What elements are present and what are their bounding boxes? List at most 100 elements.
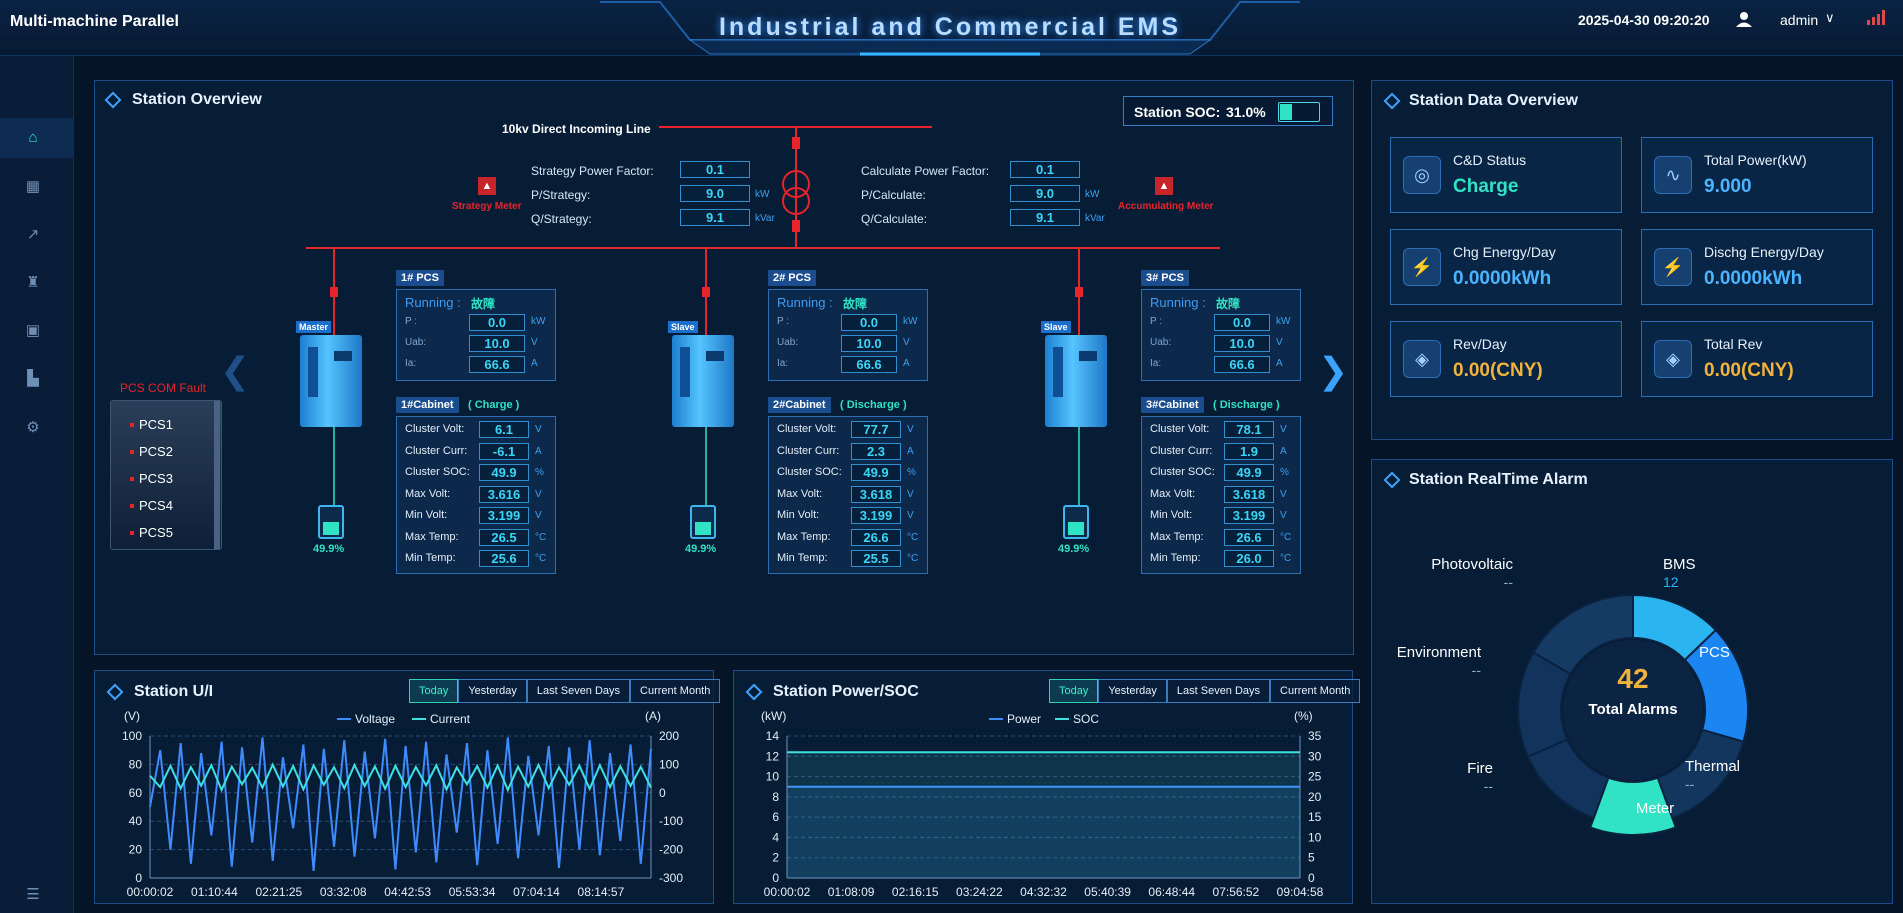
strategy-q-unit: kVar xyxy=(755,213,775,224)
y-left-tick: 4 xyxy=(772,830,779,844)
stat-value: 0.00(CNY) xyxy=(1704,360,1794,381)
cabinet-field-label: Min Temp: xyxy=(777,552,828,564)
money-bag-icon: ◈ xyxy=(1403,340,1441,378)
x-tick: 02:21:25 xyxy=(255,885,302,899)
collapse-menu-icon[interactable]: ☰ xyxy=(22,884,44,906)
prev-arrow-icon[interactable]: ❮ xyxy=(220,350,250,392)
strategy-meter-icon[interactable]: ▲ xyxy=(478,177,496,195)
battery-icon[interactable]: ▣ xyxy=(22,320,44,342)
accumulating-meter-icon[interactable]: ▲ xyxy=(1155,177,1173,195)
running-label: Running : xyxy=(777,295,833,310)
user-icon[interactable] xyxy=(1735,10,1753,28)
cabinet-field-unit: V xyxy=(1280,488,1287,500)
fault-item[interactable]: PCS1 xyxy=(139,417,173,432)
calculate-pf-value: 0.1 xyxy=(1010,161,1080,178)
series-area-soc xyxy=(787,752,1300,878)
y-right-tick: 0 xyxy=(1308,871,1315,885)
cabinet-field-unit: V xyxy=(1280,510,1287,521)
home-icon[interactable]: ⌂ xyxy=(22,127,44,149)
gear-icon[interactable]: ⚙ xyxy=(22,417,44,439)
fault-dot xyxy=(130,477,134,481)
cabinet-field-unit: A xyxy=(535,445,542,457)
alarm-icon[interactable]: ♜ xyxy=(22,272,44,294)
accumulating-meter-label: Accumulating Meter xyxy=(1118,201,1214,212)
status-icon: ◎ xyxy=(1403,156,1441,194)
pcs-cabinet-icon[interactable] xyxy=(672,335,734,427)
cabinet-field-label: Cluster Volt: xyxy=(1150,423,1210,435)
cabinet-field-label: Min Volt: xyxy=(777,509,820,521)
pcs-field-unit: V xyxy=(903,337,910,348)
discharge-energy-icon: ⚡ xyxy=(1654,248,1692,286)
x-tick: 05:40:39 xyxy=(1084,885,1131,899)
stat-value: Charge xyxy=(1453,176,1519,197)
x-tick: 00:00:02 xyxy=(127,885,174,899)
cabinet-tag: 3#Cabinet xyxy=(1141,397,1204,413)
cabinet-field-label: Cluster SOC: xyxy=(777,466,842,478)
pcs-field-unit: V xyxy=(1276,337,1283,348)
chart-icon[interactable]: ↗ xyxy=(22,224,44,246)
user-name[interactable]: admin xyxy=(1780,12,1818,28)
pcs-field-unit: A xyxy=(531,358,538,369)
chevron-down-icon[interactable]: ∨ xyxy=(1825,10,1835,26)
fault-item[interactable]: PCS3 xyxy=(139,471,173,486)
battery-icon[interactable] xyxy=(318,505,344,539)
running-status: 故障 xyxy=(1216,297,1241,311)
pcs-field-label: P : xyxy=(1150,316,1163,327)
alarm-label-meter: Meter xyxy=(1636,800,1674,817)
next-arrow-icon[interactable]: ❯ xyxy=(1318,350,1348,392)
cabinet-door xyxy=(1053,347,1063,397)
pcs-com-fault-list: PCS1 PCS2 PCS3 PCS4 PCS5 xyxy=(110,400,222,550)
stat-value: 0.0000kWh xyxy=(1704,268,1803,289)
pcs-cabinet-icon[interactable] xyxy=(300,335,362,427)
cabinet-field-value: 25.5 xyxy=(851,550,901,567)
battery-fill xyxy=(323,522,339,535)
y-left-tick: 20 xyxy=(129,843,143,857)
cabinet-field-unit: V xyxy=(907,424,914,435)
pcs-tag: 3# PCS xyxy=(1141,270,1189,286)
fault-item[interactable]: PCS2 xyxy=(139,444,173,459)
ui-line-chart: Voltage Current (V) (A) 0 -300 20 -200 40 -100 60 0… xyxy=(122,709,683,899)
x-tick: 08:14:57 xyxy=(578,885,625,899)
y-left-tick: 6 xyxy=(772,810,779,824)
battery-soc: 49.9% xyxy=(685,543,717,555)
x-tick: 02:16:15 xyxy=(892,885,939,899)
cabinet-field-unit: V xyxy=(535,424,542,435)
running-label: Running : xyxy=(405,295,461,310)
strategy-q-value: 9.1 xyxy=(680,209,750,226)
revenue-icon: ◈ xyxy=(1654,340,1692,378)
cabinet-field-label: Max Temp: xyxy=(405,530,459,543)
alarm-label-environment: Environment xyxy=(1397,644,1482,661)
incoming-line-label: 10kv Direct Incoming Line xyxy=(502,122,651,136)
cabinet-door xyxy=(308,347,318,397)
cabinet-field-label: Cluster Curr: xyxy=(777,444,840,457)
cabinet-field-value: 26.6 xyxy=(851,528,901,546)
cabinet-info-box: Cluster Volt: 78.1 V Cluster Curr: 1.9 A Clust… xyxy=(1141,416,1301,574)
y-left-unit: (kW) xyxy=(761,709,786,723)
pcs-field-value: 0.0 xyxy=(469,314,525,331)
cabinet-field-label: Cluster SOC: xyxy=(1150,466,1215,478)
fault-item[interactable]: PCS5 xyxy=(139,525,173,540)
legend-label: Current xyxy=(430,712,471,726)
battery-icon[interactable] xyxy=(1063,505,1089,539)
pcs-cabinet-icon[interactable] xyxy=(1045,335,1107,427)
cabinet-field-value: 3.616 xyxy=(479,485,529,503)
fault-item[interactable]: PCS4 xyxy=(139,498,173,513)
alarm-value-thermal: -- xyxy=(1685,776,1695,792)
cabinet-field-value: 26.6 xyxy=(1224,528,1274,546)
pcs-field-value: 0.0 xyxy=(1214,314,1270,331)
statistics-icon[interactable]: ▙ xyxy=(22,368,44,390)
cabinet-field-unit: % xyxy=(907,467,916,478)
x-tick: 06:48:44 xyxy=(1148,885,1195,899)
y-right-tick: 200 xyxy=(659,729,679,743)
x-tick: 01:08:09 xyxy=(828,885,875,899)
grid-icon[interactable]: ▦ xyxy=(22,176,44,198)
battery-icon[interactable] xyxy=(690,505,716,539)
pcs-com-fault-title: PCS COM Fault xyxy=(120,381,207,395)
fault-list-scrollbar[interactable] xyxy=(214,401,220,549)
x-tick: 04:32:32 xyxy=(1020,885,1067,899)
cabinet-tag: 2#Cabinet xyxy=(768,397,831,413)
legend-label: Voltage xyxy=(355,712,395,726)
y-right-tick: -200 xyxy=(659,843,683,857)
strategy-p-unit: kW xyxy=(755,189,770,200)
x-tick: 07:56:52 xyxy=(1213,885,1260,899)
